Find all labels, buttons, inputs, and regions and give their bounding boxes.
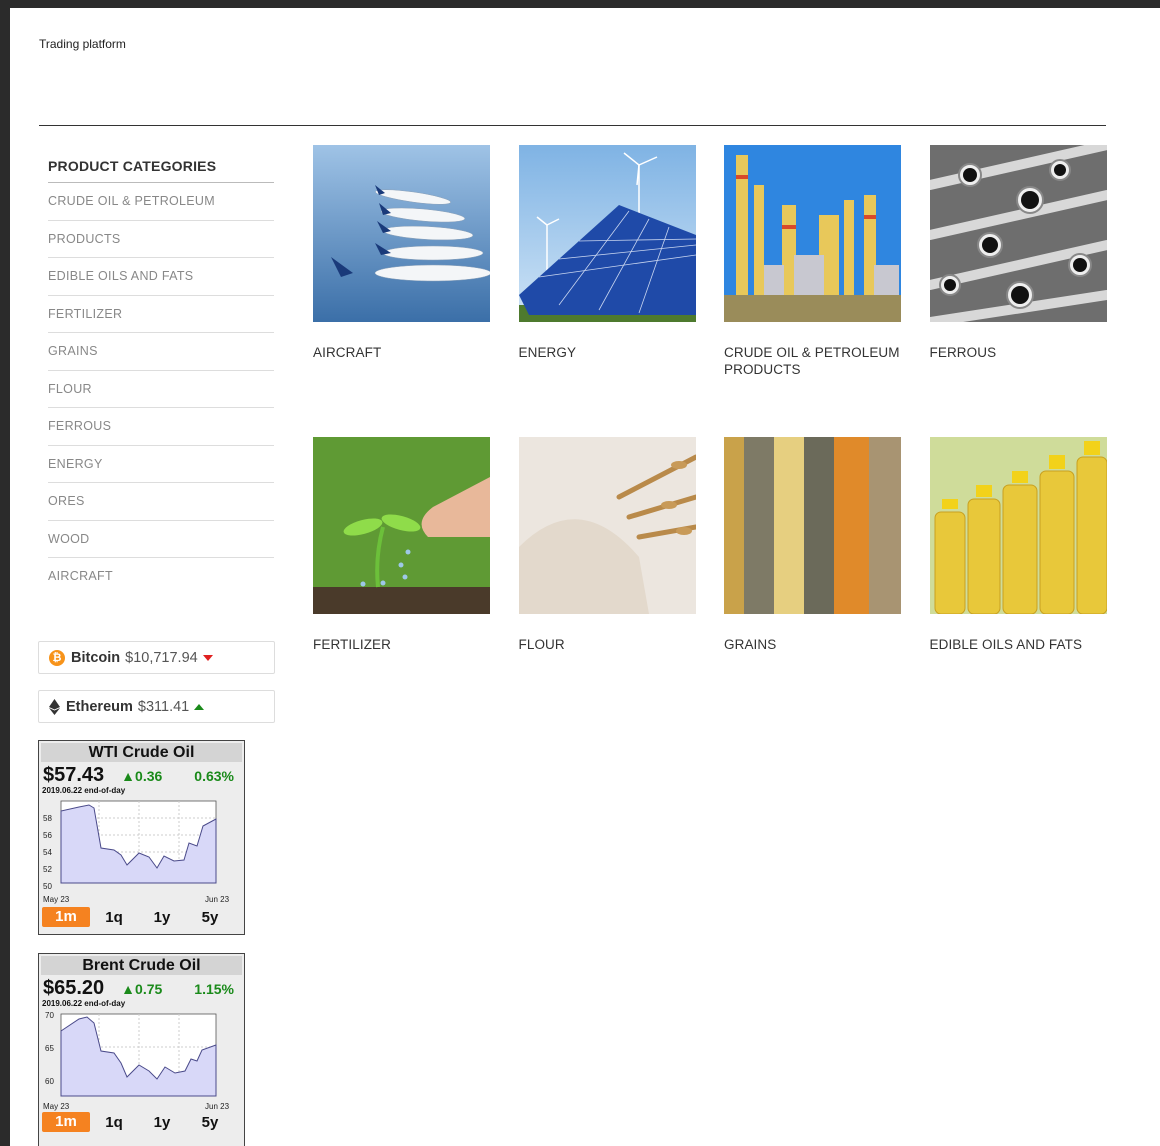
- ethereum-price: $311.41: [137, 698, 190, 715]
- range-5y-button[interactable]: 5y: [186, 909, 234, 926]
- widget-percent: 1.15%: [194, 981, 234, 997]
- product-label[interactable]: FLOUR: [519, 636, 709, 653]
- product-card-flour[interactable]: FLOUR: [518, 437, 696, 652]
- widget-date: 2019.06.22 end-of-day: [42, 786, 126, 795]
- range-1y-button[interactable]: 1y: [138, 909, 186, 926]
- category-item[interactable]: FERROUS: [48, 408, 274, 446]
- product-label[interactable]: AIRCRAFT: [313, 344, 503, 361]
- y-tick-label: 50: [43, 882, 52, 891]
- category-item[interactable]: EDIBLE OILS AND FATS: [48, 258, 274, 296]
- aircraft-image: [313, 145, 490, 322]
- product-card-energy[interactable]: ENERGY: [518, 145, 696, 360]
- flour-image: [518, 437, 696, 614]
- y-tick-label: 70: [45, 1011, 54, 1020]
- product-categories-sidebar: PRODUCT CATEGORIES CRUDE OIL & PETROLEUM…: [48, 158, 274, 596]
- bitcoin-icon: ₿: [49, 649, 65, 666]
- x-tick-start: May 23: [43, 895, 70, 904]
- range-1y-button[interactable]: 1y: [138, 1114, 186, 1131]
- y-tick-label: 60: [45, 1077, 54, 1086]
- product-label[interactable]: CRUDE OIL & PETROLEUM PRODUCTS: [724, 344, 914, 378]
- range-1m-button[interactable]: 1m: [42, 1112, 90, 1132]
- product-card-ferrous[interactable]: FERROUS: [929, 145, 1107, 360]
- product-label[interactable]: EDIBLE OILS AND FATS: [930, 636, 1120, 653]
- product-card-grains[interactable]: GRAINS: [724, 437, 901, 652]
- product-label[interactable]: FERTILIZER: [313, 636, 503, 653]
- product-label[interactable]: GRAINS: [724, 636, 914, 653]
- widget-title: Brent Crude Oil: [41, 956, 242, 975]
- page: Trading platform PRODUCT CATEGORIES CRUD…: [10, 8, 1160, 1146]
- range-1q-button[interactable]: 1q: [90, 909, 138, 926]
- widget-change: ▲0.75: [121, 981, 163, 997]
- pipes-image: [929, 145, 1107, 322]
- bitcoin-price: $10,717.94: [125, 649, 198, 666]
- range-1m-button[interactable]: 1m: [42, 907, 90, 927]
- energy-image: [518, 145, 696, 322]
- category-item[interactable]: CRUDE OIL & PETROLEUM: [48, 183, 274, 221]
- product-card-crude-oil[interactable]: CRUDE OIL & PETROLEUM PRODUCTS: [724, 145, 901, 377]
- range-selector: 1m 1q 1y 5y: [39, 906, 244, 928]
- bitcoin-name: Bitcoin: [71, 649, 121, 666]
- oil-bottles-image: [929, 437, 1107, 614]
- widget-change: ▲0.36: [121, 768, 163, 784]
- category-item[interactable]: WOOD: [48, 521, 274, 558]
- range-selector: 1m 1q 1y 5y: [39, 1111, 244, 1133]
- widget-price: $57.43: [43, 764, 105, 786]
- product-label[interactable]: FERROUS: [930, 344, 1120, 361]
- price-up-icon: [194, 703, 205, 710]
- y-tick-label: 52: [43, 865, 52, 874]
- product-card-aircraft[interactable]: AIRCRAFT: [313, 145, 490, 360]
- brent-price-chart: 70 65 60 May 23 Jun 23: [43, 1011, 230, 1111]
- y-tick-label: 56: [43, 831, 52, 840]
- range-1q-button[interactable]: 1q: [90, 1114, 138, 1131]
- widget-percent: 0.63%: [194, 768, 234, 784]
- refinery-image: [724, 145, 901, 322]
- x-tick-end: Jun 23: [205, 1102, 230, 1111]
- x-tick-end: Jun 23: [205, 895, 230, 904]
- product-label[interactable]: ENERGY: [519, 344, 709, 361]
- widget-title: WTI Crude Oil: [41, 743, 242, 762]
- category-list: CRUDE OIL & PETROLEUM PRODUCTS EDIBLE OI…: [48, 183, 274, 596]
- grains-image: [724, 437, 901, 614]
- category-item[interactable]: ENERGY: [48, 446, 274, 483]
- brent-crude-oil-widget: Brent Crude Oil $65.20 ▲0.75 1.15% 2019.…: [38, 953, 245, 1146]
- category-item[interactable]: GRAINS: [48, 333, 274, 371]
- category-item[interactable]: ORES: [48, 483, 274, 521]
- category-item[interactable]: FERTILIZER: [48, 296, 274, 333]
- category-item[interactable]: FLOUR: [48, 371, 274, 408]
- fertilizer-image: [313, 437, 490, 614]
- ethereum-icon: [49, 698, 60, 715]
- ethereum-ticker[interactable]: Ethereum $311.41: [38, 690, 275, 723]
- sidebar-title: PRODUCT CATEGORIES: [48, 158, 274, 183]
- product-card-fertilizer[interactable]: FERTILIZER: [313, 437, 490, 652]
- ethereum-name: Ethereum: [66, 698, 133, 715]
- range-5y-button[interactable]: 5y: [186, 1114, 234, 1131]
- category-item[interactable]: AIRCRAFT: [48, 558, 274, 596]
- product-card-edible-oils[interactable]: EDIBLE OILS AND FATS: [929, 437, 1107, 652]
- bitcoin-ticker[interactable]: ₿ Bitcoin $10,717.94: [38, 641, 275, 674]
- site-title[interactable]: Trading platform: [39, 37, 126, 51]
- y-tick-label: 58: [43, 814, 52, 823]
- y-tick-label: 65: [45, 1044, 54, 1053]
- widget-date: 2019.06.22 end-of-day: [42, 999, 126, 1008]
- price-row: $57.43 ▲0.36 0.63%: [39, 764, 244, 786]
- price-row: $65.20 ▲0.75 1.15%: [39, 977, 244, 999]
- widget-price: $65.20: [43, 977, 105, 999]
- header-divider: [39, 125, 1106, 126]
- x-tick-start: May 23: [43, 1102, 70, 1111]
- price-down-icon: [202, 654, 213, 661]
- wti-price-chart: 58 56 54 52 50 May 23 Jun 23: [43, 800, 230, 904]
- wti-crude-oil-widget: WTI Crude Oil $57.43 ▲0.36 0.63% 2019.06…: [38, 740, 245, 935]
- category-item[interactable]: PRODUCTS: [48, 221, 274, 258]
- y-tick-label: 54: [43, 848, 52, 857]
